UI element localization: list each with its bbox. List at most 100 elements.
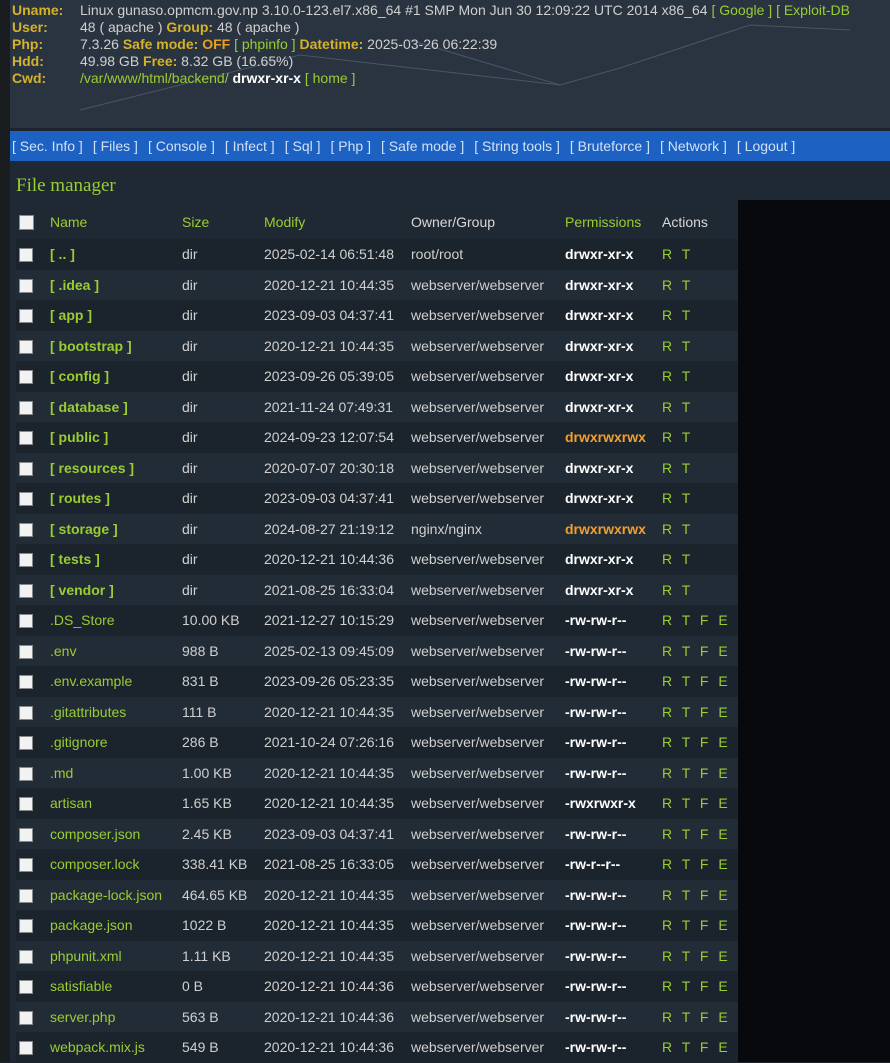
permissions-link[interactable]: -rw-rw-r--: [565, 765, 626, 781]
home-link[interactable]: [ home ]: [305, 70, 356, 86]
file-link[interactable]: webpack.mix.js: [50, 1039, 145, 1055]
row-checkbox[interactable]: [19, 766, 33, 781]
permissions-link[interactable]: drwxr-xr-x: [565, 307, 633, 323]
row-actions[interactable]: R T F E D: [662, 917, 738, 933]
row-actions[interactable]: R T F E D: [662, 856, 738, 872]
menu-sec-info[interactable]: [ Sec. Info ]: [12, 131, 83, 161]
row-actions[interactable]: R T F E D: [662, 826, 738, 842]
permissions-link[interactable]: drwxr-xr-x: [565, 551, 633, 567]
menu-php[interactable]: [ Php ]: [331, 131, 371, 161]
row-checkbox[interactable]: [19, 400, 33, 415]
row-checkbox[interactable]: [19, 827, 33, 842]
phpinfo-link[interactable]: [ phpinfo ]: [234, 36, 296, 52]
menu-console[interactable]: [ Console ]: [148, 131, 215, 161]
permissions-link[interactable]: drwxr-xr-x: [565, 490, 633, 506]
row-checkbox[interactable]: [19, 736, 33, 751]
row-checkbox[interactable]: [19, 431, 33, 446]
directory-link[interactable]: [ vendor ]: [50, 582, 114, 598]
row-checkbox[interactable]: [19, 919, 33, 934]
menu-logout[interactable]: [ Logout ]: [737, 131, 795, 161]
permissions-link[interactable]: drwxr-xr-x: [565, 582, 633, 598]
row-actions[interactable]: R T: [662, 429, 693, 445]
row-actions[interactable]: R T F E D: [662, 1009, 738, 1025]
directory-link[interactable]: [ routes ]: [50, 490, 110, 506]
permissions-link[interactable]: -rw-rw-r--: [565, 948, 626, 964]
file-link[interactable]: .env: [50, 643, 76, 659]
file-link[interactable]: .gitignore: [50, 734, 108, 750]
file-link[interactable]: composer.json: [50, 826, 140, 842]
permissions-link[interactable]: drwxr-xr-x: [565, 277, 633, 293]
row-actions[interactable]: R T F E D: [662, 887, 738, 903]
row-checkbox[interactable]: [19, 583, 33, 598]
directory-link[interactable]: [ public ]: [50, 429, 108, 445]
file-link[interactable]: composer.lock: [50, 856, 139, 872]
menu-files[interactable]: [ Files ]: [93, 131, 138, 161]
permissions-link[interactable]: -rw-rw-r--: [565, 612, 626, 628]
row-checkbox[interactable]: [19, 858, 33, 873]
file-link[interactable]: package.json: [50, 917, 133, 933]
permissions-link[interactable]: -rw-r--r--: [565, 856, 620, 872]
file-link[interactable]: .gitattributes: [50, 704, 126, 720]
row-actions[interactable]: R T: [662, 368, 693, 384]
row-actions[interactable]: R T F E D: [662, 612, 738, 628]
directory-link[interactable]: [ .. ]: [50, 246, 75, 262]
directory-link[interactable]: [ .idea ]: [50, 277, 99, 293]
row-actions[interactable]: R T: [662, 551, 693, 567]
col-name-header[interactable]: Name: [50, 205, 182, 239]
row-checkbox[interactable]: [19, 644, 33, 659]
row-checkbox[interactable]: [19, 675, 33, 690]
permissions-link[interactable]: drwxrwxrwx: [565, 521, 646, 537]
permissions-link[interactable]: drwxr-xr-x: [565, 399, 633, 415]
menu-sql[interactable]: [ Sql ]: [285, 131, 321, 161]
permissions-link[interactable]: drwxr-xr-x: [565, 368, 633, 384]
menu-string-tools[interactable]: [ String tools ]: [474, 131, 560, 161]
permissions-link[interactable]: -rw-rw-r--: [565, 673, 626, 689]
permissions-link[interactable]: -rw-rw-r--: [565, 1039, 626, 1055]
row-actions[interactable]: R T: [662, 521, 693, 537]
permissions-link[interactable]: drwxr-xr-x: [565, 246, 633, 262]
permissions-link[interactable]: drwxr-xr-x: [565, 338, 633, 354]
row-checkbox[interactable]: [19, 888, 33, 903]
row-checkbox[interactable]: [19, 1041, 33, 1056]
permissions-link[interactable]: -rw-rw-r--: [565, 643, 626, 659]
file-link[interactable]: .env.example: [50, 673, 132, 689]
file-link[interactable]: server.php: [50, 1009, 115, 1025]
row-actions[interactable]: R T: [662, 490, 693, 506]
menu-network[interactable]: [ Network ]: [660, 131, 727, 161]
row-actions[interactable]: R T F E D: [662, 673, 738, 689]
directory-link[interactable]: [ config ]: [50, 368, 109, 384]
permissions-link[interactable]: -rwxrwxr-x: [565, 795, 636, 811]
row-actions[interactable]: R T F E D: [662, 734, 738, 750]
file-link[interactable]: artisan: [50, 795, 92, 811]
menu-safe-mode[interactable]: [ Safe mode ]: [381, 131, 464, 161]
row-checkbox[interactable]: [19, 248, 33, 263]
file-link[interactable]: .DS_Store: [50, 612, 115, 628]
permissions-link[interactable]: -rw-rw-r--: [565, 917, 626, 933]
row-checkbox[interactable]: [19, 461, 33, 476]
row-actions[interactable]: R T: [662, 338, 693, 354]
row-checkbox[interactable]: [19, 980, 33, 995]
directory-link[interactable]: [ storage ]: [50, 521, 118, 537]
row-actions[interactable]: R T F E D: [662, 765, 738, 781]
row-checkbox[interactable]: [19, 278, 33, 293]
permissions-link[interactable]: drwxrwxrwx: [565, 429, 646, 445]
row-checkbox[interactable]: [19, 309, 33, 324]
directory-link[interactable]: [ app ]: [50, 307, 92, 323]
cwd-path-link[interactable]: /var/www/html/backend/: [80, 70, 229, 86]
permissions-link[interactable]: -rw-rw-r--: [565, 887, 626, 903]
row-checkbox[interactable]: [19, 949, 33, 964]
row-checkbox[interactable]: [19, 1010, 33, 1025]
row-checkbox[interactable]: [19, 492, 33, 507]
select-all-checkbox[interactable]: [19, 215, 34, 231]
row-actions[interactable]: R T F E D: [662, 795, 738, 811]
row-checkbox[interactable]: [19, 797, 33, 812]
google-link[interactable]: [ Google ]: [711, 2, 772, 18]
row-actions[interactable]: R T F E D: [662, 643, 738, 659]
permissions-link[interactable]: -rw-rw-r--: [565, 734, 626, 750]
permissions-link[interactable]: -rw-rw-r--: [565, 978, 626, 994]
col-permissions-header[interactable]: Permissions: [565, 205, 662, 239]
file-link[interactable]: .md: [50, 765, 73, 781]
permissions-link[interactable]: -rw-rw-r--: [565, 1009, 626, 1025]
file-link[interactable]: package-lock.json: [50, 887, 162, 903]
file-link[interactable]: satisfiable: [50, 978, 112, 994]
